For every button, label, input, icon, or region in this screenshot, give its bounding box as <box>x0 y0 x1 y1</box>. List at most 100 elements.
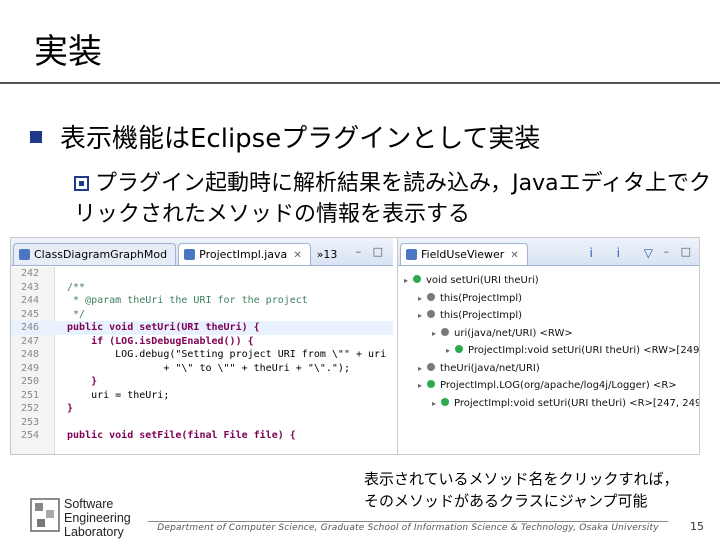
code-text: } <box>67 376 98 387</box>
footer-divider <box>148 521 668 522</box>
bullet-sub: プラグイン起動時に解析結果を読み込み，Javaエディタ上でクリックされたメソッド… <box>74 168 714 230</box>
code-text: * @param theUri the URI for the project <box>67 295 308 306</box>
caption-line-1: 表示されているメソッド名をクリックすれば， <box>364 470 679 488</box>
close-tab-icon[interactable]: ✕ <box>293 250 301 261</box>
java-file-icon <box>184 249 196 260</box>
member-icon <box>427 380 435 388</box>
expand-arrow-icon[interactable]: ▸ <box>404 272 413 290</box>
code-line[interactable]: 254 public void setFile(final File file) … <box>11 429 393 443</box>
square-bullet-icon <box>30 130 42 143</box>
bullet-main-text: 表示機能はEclipseプラグインとして実装 <box>60 124 541 154</box>
line-number: 246 <box>20 322 39 333</box>
line-number: 248 <box>20 349 39 360</box>
line-number: 253 <box>20 416 39 428</box>
footer-affiliation: Department of Computer Science, Graduate… <box>157 523 659 533</box>
editor-window-controls[interactable]: – □ <box>356 245 387 258</box>
code-area[interactable]: 242 243 /** 244 * @param theUri the URI for… <box>11 267 393 454</box>
expand-arrow-icon[interactable]: ▸ <box>418 307 427 325</box>
code-line[interactable]: 246 public void setUri(URI theUri) { <box>11 321 393 335</box>
code-line[interactable]: 244 * @param theUri the URI for the proj… <box>11 294 393 308</box>
java-file-icon <box>19 249 30 260</box>
tree-node-label: uri(java/net/URI) <RW> <box>454 327 573 339</box>
line-number: 254 <box>20 430 39 441</box>
tree-node[interactable]: ▸ void setUri(URI theUri) <box>398 272 699 290</box>
code-line[interactable]: 243 /** <box>11 281 393 295</box>
line-number: 249 <box>20 362 39 374</box>
tree-node-label: ProjectImpl.LOG(org/apache/log4j/Logger)… <box>440 380 677 391</box>
editor-tabbar: ClassDiagramGraphMod ProjectImpl.java ✕ »… <box>11 238 393 266</box>
code-text: */ <box>67 308 86 320</box>
tree-node-label: ProjectImpl:void setUri(URI theUri) <RW>… <box>468 345 700 356</box>
viewer-toolbar[interactable]: i i ▽ <box>589 246 663 260</box>
member-icon <box>427 292 435 301</box>
bullet-main: 表示機能はEclipseプラグインとして実装 <box>30 118 540 155</box>
member-icon <box>427 310 435 318</box>
code-text: } <box>67 403 74 414</box>
code-text: public void setFile(final File file) { <box>67 430 296 441</box>
close-tab-icon[interactable]: ✕ <box>510 250 518 261</box>
expand-arrow-icon[interactable]: ▸ <box>418 360 427 378</box>
member-icon <box>455 345 463 353</box>
tree-node[interactable]: ▸ uri(java/net/URI) <RW> <box>398 325 699 343</box>
tree-node[interactable]: ▸ ProjectImpl:void setUri(URI theUri) <RW… <box>398 342 700 360</box>
tab-projectimpl[interactable]: ProjectImpl.java ✕ <box>178 243 311 265</box>
tab-field-use-viewer[interactable]: FieldUseViewer ✕ <box>400 243 528 265</box>
expand-arrow-icon[interactable]: ▸ <box>418 377 427 395</box>
tab-class-diagram[interactable]: ClassDiagramGraphMod <box>13 243 177 265</box>
member-icon <box>441 327 449 336</box>
title-divider <box>0 82 720 84</box>
tree-node[interactable]: ▸ ProjectImpl:void setUri(URI theUri) <R>… <box>398 395 700 413</box>
tree-node[interactable]: ▸ this(ProjectImpl) <box>398 290 699 308</box>
page-number: 15 <box>690 520 704 533</box>
line-number: 243 <box>20 281 39 293</box>
caption-line-2: そのメソッドがあるクラスにジャンプ可能 <box>364 492 648 510</box>
tree-node[interactable]: ▸ theUri(java/net/URI) <box>398 360 699 378</box>
line-number: 251 <box>20 389 39 401</box>
code-line[interactable]: 250 } <box>11 375 393 389</box>
view-icon <box>406 249 417 260</box>
code-text: LOG.debug("Setting project URI from \"" … <box>67 349 387 360</box>
more-tabs-indicator[interactable]: »13 <box>317 248 338 261</box>
code-line[interactable]: 253 <box>11 416 393 430</box>
code-line[interactable]: 247 if (LOG.isDebugEnabled()) { <box>11 335 393 349</box>
code-lines: 242 243 /** 244 * @param theUri the URI for… <box>11 267 393 443</box>
java-editor: ClassDiagramGraphMod ProjectImpl.java ✕ »… <box>11 238 393 454</box>
code-line[interactable]: 252} <box>11 402 393 416</box>
line-number: 247 <box>20 335 39 347</box>
code-text: uri = theUri; <box>67 389 170 401</box>
screenshot-caption: 表示されているメソッド名をクリックすれば， そのメソッドがあるクラスにジャンプ可… <box>364 468 679 512</box>
code-line[interactable]: 251 uri = theUri; <box>11 389 393 403</box>
lab-logo-text: Software Engineering Laboratory <box>64 497 131 539</box>
tree-node-label: theUri(java/net/URI) <box>440 362 540 374</box>
expand-arrow-icon[interactable]: ▸ <box>446 342 455 360</box>
code-text: if (LOG.isDebugEnabled()) { <box>67 335 254 347</box>
tree-node[interactable]: ▸ this(ProjectImpl) <box>398 307 699 325</box>
slide-title: 実装 <box>34 32 102 72</box>
viewer-tabbar: FieldUseViewer ✕ i i ▽ – □ <box>398 238 699 266</box>
line-number: 252 <box>20 403 39 414</box>
member-icon <box>413 275 421 283</box>
expand-arrow-icon[interactable]: ▸ <box>432 325 441 343</box>
code-line[interactable]: 249 + "\" to \"" + theUri + "\"."); <box>11 362 393 376</box>
lab-logo-icon <box>30 498 60 532</box>
code-line[interactable]: 245 */ <box>11 308 393 322</box>
line-number: 242 <box>20 268 39 279</box>
code-line[interactable]: 242 <box>11 267 393 281</box>
field-use-viewer: FieldUseViewer ✕ i i ▽ – □ ▸ void setUri(U… <box>397 238 700 454</box>
tree-node-label: ProjectImpl:void setUri(URI theUri) <R>[… <box>454 397 700 409</box>
tree-node-label: this(ProjectImpl) <box>440 310 523 321</box>
code-line[interactable]: 248 LOG.debug("Setting project URI from … <box>11 348 393 362</box>
tree-node-label: this(ProjectImpl) <box>440 292 523 304</box>
member-icon <box>441 397 449 406</box>
eclipse-screenshot: ClassDiagramGraphMod ProjectImpl.java ✕ »… <box>10 237 700 455</box>
code-text: + "\" to \"" + theUri + "\"."); <box>67 362 350 374</box>
bullet-sub-text: プラグイン起動時に解析結果を読み込み，Javaエディタ上でクリックされたメソッド… <box>74 171 712 227</box>
tree-node-label: void setUri(URI theUri) <box>426 275 539 286</box>
tree-node[interactable]: ▸ ProjectImpl.LOG(org/apache/log4j/Logger… <box>398 377 699 395</box>
viewer-window-controls[interactable]: – □ <box>664 245 695 258</box>
code-text: /** <box>67 281 86 293</box>
expand-arrow-icon[interactable]: ▸ <box>432 395 441 413</box>
expand-arrow-icon[interactable]: ▸ <box>418 290 427 308</box>
